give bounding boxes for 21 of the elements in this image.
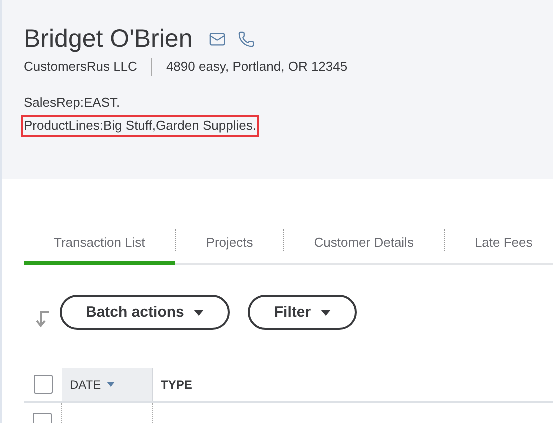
column-header[interactable]: TYPE [153,368,200,402]
tab[interactable]: Transaction List [24,223,176,266]
address-text: 4890 easy, Portland, OR 12345 [166,58,348,76]
dropdown-button[interactable]: Batch actions [60,295,230,330]
email-icon[interactable] [208,30,226,48]
customer-name: Bridget O'Brien [24,24,193,54]
caret-icon [321,310,332,316]
column-header[interactable]: DATE [62,368,153,402]
tab[interactable]: Projects [176,223,284,266]
dropdown-button[interactable]: Filter [248,295,358,330]
arrow-down-icon[interactable] [36,308,52,328]
sort-caret-icon [107,382,116,388]
caret-icon [194,310,204,316]
company-name: CustomersRus LLC [24,58,138,76]
note-text: ProductLines:Big Stuff,Garden Supplies. [21,114,260,136]
select-all-checkbox[interactable] [34,375,52,394]
phone-icon[interactable] [238,30,255,48]
note-text: SalesRep:EAST. [23,94,122,112]
row-checkbox[interactable] [33,413,52,423]
tab[interactable]: Customer Details [284,223,444,266]
tab[interactable]: Late Fees [444,223,553,266]
